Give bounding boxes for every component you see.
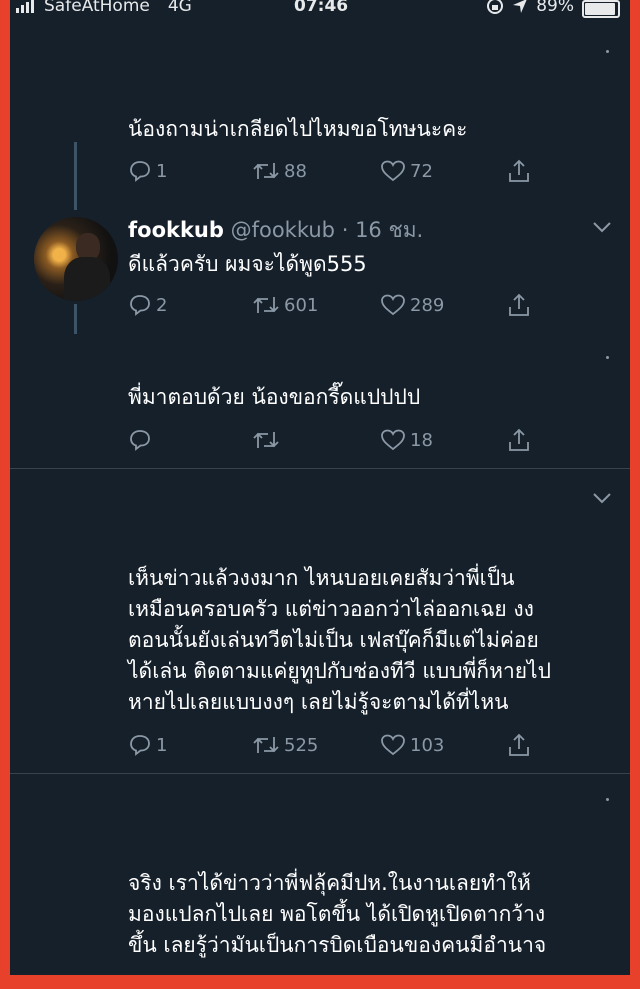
- location-icon: [513, 0, 527, 13]
- share-button[interactable]: [506, 425, 532, 455]
- tweet-text: จริง เราได้ข่าวว่าพี่ฟลุ้คมีปห.ในงานเลยท…: [128, 871, 547, 957]
- tweet-header: fookkub @fookkub · 16 ชม.: [128, 214, 423, 247]
- retweet-icon: [253, 297, 279, 313]
- more-dot: [606, 356, 609, 359]
- screen: SafeAtHome 4G 07:46 89% น้องถามน่าเกลียด…: [10, 0, 630, 975]
- chevron-down-icon[interactable]: [592, 491, 612, 505]
- reply-icon: [130, 161, 150, 182]
- share-icon: [509, 733, 529, 756]
- tweet-actions: 2 601 289: [128, 290, 548, 320]
- share-icon: [509, 293, 529, 316]
- chevron-down-icon[interactable]: [592, 220, 612, 234]
- share-button[interactable]: [506, 730, 532, 760]
- retweet-count: 601: [284, 294, 319, 316]
- battery-icon: [582, 0, 620, 18]
- like-count: 289: [410, 294, 445, 316]
- reply-icon: [130, 735, 150, 756]
- carrier-label: SafeAtHome: [44, 0, 150, 16]
- reply-count: 2: [156, 294, 168, 316]
- retweet-icon: [253, 432, 279, 448]
- divider: [10, 468, 630, 469]
- reply-icon: [130, 430, 150, 451]
- tweet-text: เห็นข่าวแล้วงงมาก ไหนบอยเคยสัมว่าพี่เป็น…: [128, 566, 551, 714]
- share-icon: [509, 428, 529, 451]
- like-button[interactable]: 18: [380, 425, 433, 455]
- clock: 07:46: [294, 0, 349, 16]
- network-label: 4G: [167, 0, 192, 16]
- reply-count: 1: [156, 160, 168, 182]
- retweet-button[interactable]: 525: [252, 730, 318, 760]
- author-name[interactable]: fookkub: [128, 218, 224, 242]
- retweet-count: 88: [284, 160, 307, 182]
- reply-count: 1: [156, 734, 168, 756]
- divider: [10, 773, 630, 774]
- reply-button[interactable]: [128, 425, 156, 455]
- thread-line: [74, 142, 77, 210]
- more-dot: [606, 798, 609, 801]
- tweet-text: พี่มาตอบด้วย น้องขอกรี๊ดแปปปป: [128, 385, 421, 409]
- more-dot: [606, 50, 609, 53]
- retweet-button[interactable]: 601: [252, 290, 318, 320]
- like-count: 103: [410, 734, 445, 756]
- heart-icon: [381, 429, 405, 451]
- reply-button[interactable]: 1: [128, 156, 167, 186]
- battery-percent: 89%: [536, 0, 574, 16]
- signal-icon: [16, 0, 34, 13]
- author-handle[interactable]: @fookkub: [231, 218, 335, 242]
- status-bar: SafeAtHome 4G 07:46 89%: [10, 0, 630, 20]
- tweet-text: น้องถามน่าเกลียดไปไหมขอโทษนะคะ: [128, 117, 468, 141]
- heart-icon: [381, 160, 405, 182]
- tweet-time[interactable]: 16 ชม.: [355, 218, 423, 242]
- reply-button[interactable]: 1: [128, 730, 167, 760]
- like-button[interactable]: 72: [380, 156, 433, 186]
- separator: ·: [341, 218, 349, 242]
- retweet-count: 525: [284, 734, 319, 756]
- tweet-text: ดีแล้วครับ ผมจะได้พูด555: [128, 252, 367, 276]
- heart-icon: [381, 734, 405, 756]
- like-count: 72: [410, 160, 433, 182]
- retweet-icon: [253, 737, 279, 753]
- retweet-button[interactable]: 88: [252, 156, 307, 186]
- heart-icon: [381, 294, 405, 316]
- reply-button[interactable]: 2: [128, 290, 167, 320]
- retweet-button[interactable]: [252, 425, 284, 455]
- avatar[interactable]: [34, 217, 118, 301]
- like-count: 18: [410, 429, 433, 451]
- reply-icon: [130, 295, 150, 316]
- lock-rotation-icon: [487, 0, 504, 14]
- retweet-icon: [253, 163, 279, 179]
- tweet-actions: 18: [128, 425, 548, 455]
- tweet-actions: 1 525 103: [128, 730, 548, 760]
- like-button[interactable]: 103: [380, 730, 444, 760]
- thread-line: [74, 304, 77, 334]
- share-icon: [509, 159, 529, 182]
- like-button[interactable]: 289: [380, 290, 444, 320]
- tweet-actions: 1 88 72: [128, 156, 548, 186]
- share-button[interactable]: [506, 156, 532, 186]
- share-button[interactable]: [506, 290, 532, 320]
